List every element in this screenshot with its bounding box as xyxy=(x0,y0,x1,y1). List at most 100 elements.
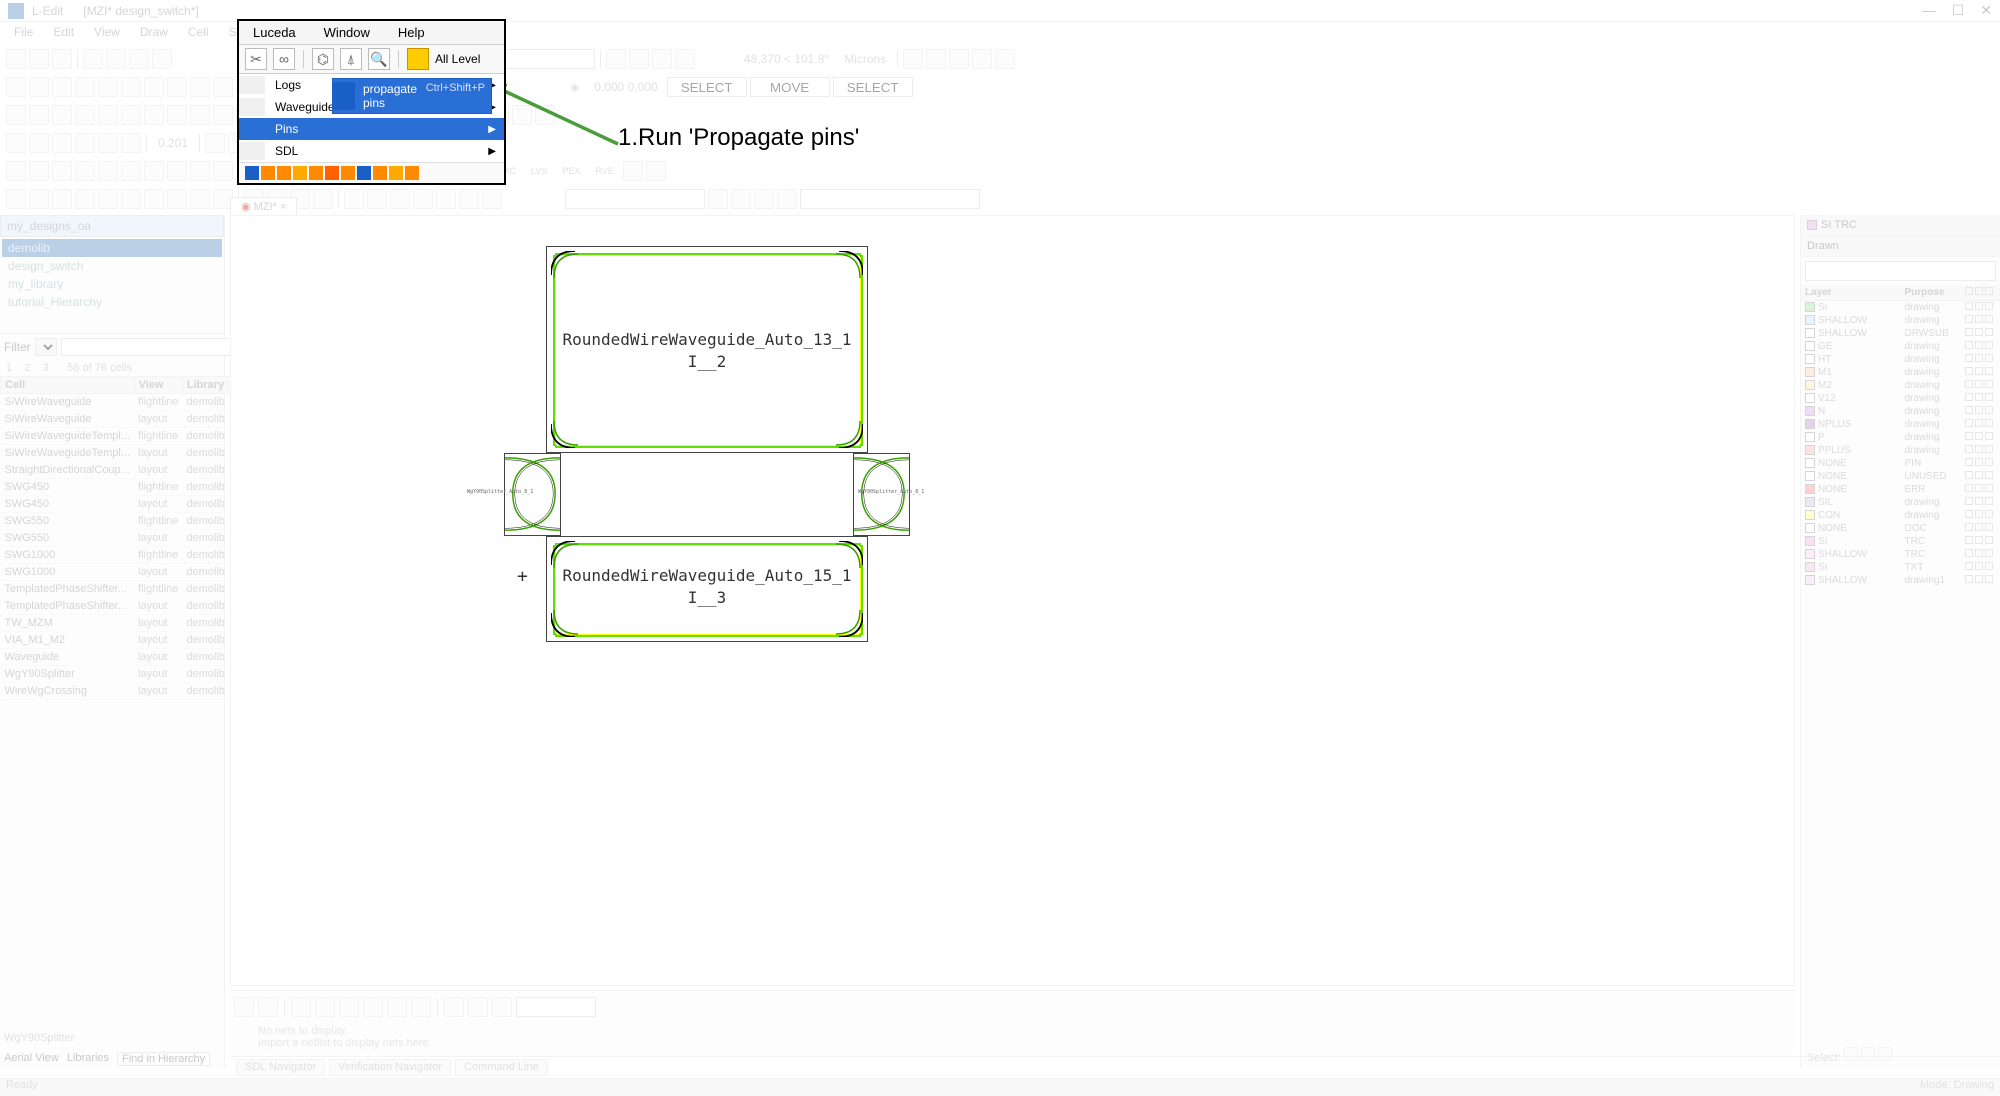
table-row[interactable]: SWG1000flightlinedemolib xyxy=(1,547,229,564)
tb-btn[interactable] xyxy=(234,997,254,1017)
select-btn3[interactable] xyxy=(1878,1047,1892,1061)
table-row[interactable]: SWG450flightlinedemolib xyxy=(1,479,229,496)
tb-btn[interactable] xyxy=(492,997,512,1017)
tb-btn[interactable] xyxy=(190,105,210,125)
swatch-orange2[interactable] xyxy=(277,166,291,180)
tb-btn[interactable] xyxy=(413,189,433,209)
menu-luceda[interactable]: Luceda xyxy=(239,21,310,44)
scissors-icon[interactable]: ✂ xyxy=(245,48,267,70)
tb-btn[interactable] xyxy=(167,77,187,97)
tb-btn[interactable] xyxy=(52,161,72,181)
menu-cell[interactable]: Cell xyxy=(180,23,217,41)
layer-row[interactable]: CONdrawing xyxy=(1801,509,2000,522)
doc-tab-mzi[interactable]: ◉ MZI* × xyxy=(230,197,297,216)
table-row[interactable]: SiWireWaveguideTempl...layoutdemolib xyxy=(1,445,229,462)
tb-btn[interactable] xyxy=(205,133,225,153)
table-row[interactable]: TW_MZMlayoutdemolib xyxy=(1,615,229,632)
layer-row[interactable]: SHALLOWdrawing xyxy=(1801,314,2000,327)
menu-draw[interactable]: Draw xyxy=(132,23,176,41)
select-btn1[interactable] xyxy=(1844,1047,1858,1061)
tb-btn[interactable] xyxy=(121,105,141,125)
tb-btn[interactable] xyxy=(995,49,1015,69)
tb-btn[interactable] xyxy=(267,189,287,209)
tb-search1[interactable] xyxy=(565,189,705,209)
tb-btn[interactable] xyxy=(754,189,774,209)
tb-btn[interactable] xyxy=(29,133,49,153)
table-row[interactable]: SiWireWaveguidelayoutdemolib xyxy=(1,411,229,428)
mode1-input[interactable] xyxy=(667,77,747,97)
layer-col-layer[interactable]: Layer xyxy=(1801,285,1901,301)
tb-btn[interactable] xyxy=(367,189,387,209)
swatch-blue2[interactable] xyxy=(357,166,371,180)
tb-btn[interactable] xyxy=(121,133,141,153)
tb-btn[interactable] xyxy=(949,49,969,69)
swatch-orange[interactable] xyxy=(261,166,275,180)
table-row[interactable]: Waveguidelayoutdemolib xyxy=(1,649,229,666)
layer-row[interactable]: M1drawing xyxy=(1801,366,2000,379)
tb-btn[interactable] xyxy=(444,997,464,1017)
layer-row[interactable]: M2drawing xyxy=(1801,379,2000,392)
table-row[interactable]: SiWireWaveguideTempl...flightlinedemolib xyxy=(1,428,229,445)
tb-btn[interactable] xyxy=(167,161,187,181)
layer-row[interactable]: HTdrawing xyxy=(1801,353,2000,366)
tb-btn[interactable] xyxy=(98,133,118,153)
tb-btn[interactable] xyxy=(52,105,72,125)
tb-btn[interactable] xyxy=(190,77,210,97)
tb-btn[interactable] xyxy=(144,105,164,125)
swatch-blue[interactable] xyxy=(245,166,259,180)
tb-btn[interactable] xyxy=(121,189,141,209)
tb-btn[interactable] xyxy=(213,105,233,125)
tb-btn[interactable] xyxy=(98,105,118,125)
tb-btn[interactable] xyxy=(290,189,310,209)
table-row[interactable]: SWG550flightlinedemolib xyxy=(1,513,229,530)
layer-row[interactable]: SIdrawing xyxy=(1801,301,2000,315)
layer-row[interactable]: Pdrawing xyxy=(1801,431,2000,444)
layer-row[interactable]: SITXT xyxy=(1801,561,2000,574)
tb-btn[interactable] xyxy=(190,189,210,209)
verif-nav-tab[interactable]: Verification Navigator xyxy=(329,1059,451,1076)
table-row[interactable]: StraightDirectionalCoup...layoutdemolib xyxy=(1,462,229,479)
tb-btn[interactable] xyxy=(121,161,141,181)
tb-btn[interactable] xyxy=(646,161,666,181)
tb-btn[interactable] xyxy=(121,77,141,97)
tb-btn[interactable] xyxy=(708,189,728,209)
tb-btn[interactable] xyxy=(29,189,49,209)
link-icon[interactable]: ∞ xyxy=(273,48,295,70)
layer-row[interactable]: NONEUNUSED xyxy=(1801,470,2000,483)
layer-row[interactable]: V12drawing xyxy=(1801,392,2000,405)
table-row[interactable]: TemplatedPhaseShifter...layoutdemolib xyxy=(1,598,229,615)
tb-btn[interactable] xyxy=(29,161,49,181)
tb-btn[interactable] xyxy=(482,189,502,209)
cell-col-lib[interactable]: Library xyxy=(182,377,229,394)
menu-item-sdl[interactable]: SDL▶ xyxy=(239,140,504,162)
tb-btn[interactable] xyxy=(98,77,118,97)
lib-item[interactable]: demolib xyxy=(2,239,222,257)
layer-row[interactable]: SHALLOWTRC xyxy=(1801,548,2000,561)
tb-btn[interactable] xyxy=(152,49,172,69)
tb-btn[interactable] xyxy=(387,997,407,1017)
table-row[interactable]: SWG1000layoutdemolib xyxy=(1,564,229,581)
lib-item[interactable]: my_library xyxy=(2,275,222,293)
tb-btn[interactable] xyxy=(731,189,751,209)
net-input[interactable] xyxy=(516,997,596,1017)
all-levels-label[interactable]: All Level xyxy=(435,52,480,66)
tb-btn[interactable] xyxy=(75,189,95,209)
tb-btn[interactable] xyxy=(213,161,233,181)
tree-icon[interactable]: ⌬ xyxy=(312,48,334,70)
lib-item[interactable]: tutorial_Hierarchy xyxy=(2,293,222,311)
tb-btn[interactable] xyxy=(436,189,456,209)
tb-btn[interactable] xyxy=(29,49,49,69)
tb-btn[interactable] xyxy=(75,77,95,97)
tb-btn[interactable] xyxy=(144,77,164,97)
table-row[interactable]: WireWgCrossinglayoutdemolib xyxy=(1,683,229,700)
cmdline-tab[interactable]: Command Line xyxy=(455,1059,548,1076)
tb-btn[interactable] xyxy=(6,161,26,181)
find-hierarchy-tab[interactable]: Find in Hierarchy xyxy=(117,1052,210,1066)
menu-view[interactable]: View xyxy=(86,23,128,41)
tb-btn[interactable] xyxy=(258,997,278,1017)
minimize-icon[interactable]: — xyxy=(1922,2,1936,19)
table-row[interactable]: WgY90Splitterlayoutdemolib xyxy=(1,666,229,683)
tb-btn[interactable] xyxy=(315,997,335,1017)
tb-btn[interactable] xyxy=(6,133,26,153)
tb-btn[interactable] xyxy=(75,133,95,153)
